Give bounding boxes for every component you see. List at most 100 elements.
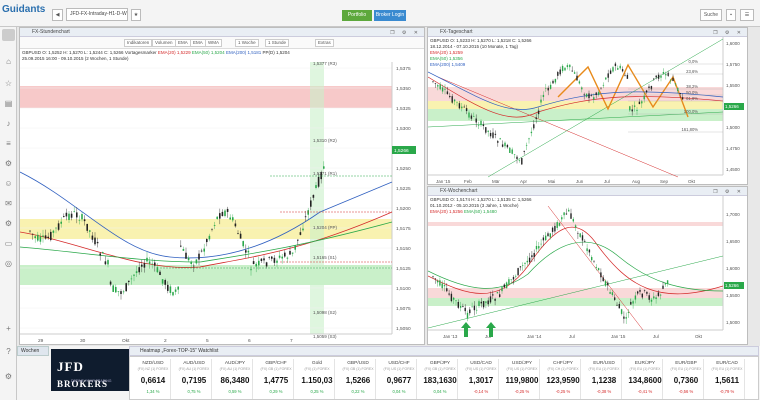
bookmark-icon[interactable]: ▭ — [3, 239, 14, 248]
user-icon[interactable]: ☺ — [3, 179, 14, 188]
range-select[interactable]: 1 Woche — [235, 39, 259, 47]
watchlist-cell[interactable]: Gold (FX) (1) FOREX 1.150,03 0,25 % — [300, 359, 335, 399]
candle — [569, 64, 571, 68]
ticker-change: -0,56 % — [678, 389, 694, 394]
candle — [247, 250, 250, 253]
watchlist-cell[interactable]: EUR/CAD (FX) EU (1) FOREX 1,5611 -0,79 % — [710, 359, 745, 399]
star-icon[interactable]: ☆ — [3, 79, 14, 88]
x-tick-label: Apr — [520, 179, 528, 184]
candle — [631, 109, 633, 112]
x-tick-label: Jan '14 — [527, 334, 542, 339]
volume-button[interactable]: Volumen — [152, 39, 176, 47]
back-icon[interactable]: ◀ — [52, 9, 63, 21]
candle — [679, 93, 681, 94]
guidants-logo[interactable]: Guidants — [2, 4, 45, 15]
candle — [91, 235, 94, 240]
watchlist-cell[interactable]: USD/JPY (FX) US (1) FOREX 119,9800 -0,25 % — [505, 359, 540, 399]
wma-button[interactable]: WMA — [205, 39, 222, 47]
watchlist-cell[interactable]: GBP/JPY (FX) GB (1) FOREX 183,1630 0,04 % — [423, 359, 458, 399]
watchlist-cell[interactable]: CHF/JPY (FX) CH (1) FOREX 123,9590 -0,25 % — [546, 359, 581, 399]
ema-button[interactable]: EMA — [175, 39, 191, 47]
daily-chart-svg[interactable]: 1,60001,57501,55001,52501,50001,47501,45… — [428, 37, 747, 185]
watchlist-cell[interactable]: EUR/JPY (FX) EU (1) FOREX 134,8600 -0,41 % — [628, 359, 663, 399]
watchlist-cell[interactable]: EUR/GBP (FX) EU (1) FOREX 0,7360 -0,56 % — [669, 359, 704, 399]
interval-select[interactable]: 1 Stunde — [265, 39, 290, 47]
workspace-title[interactable]: JFD-FX-Intraday-H1-D-W — [66, 8, 128, 21]
watchlist-cell[interactable]: GBP/USD (FX) GB (1) FOREX 1,5266 0,22 % — [341, 359, 376, 399]
extras-button[interactable]: Extras — [315, 39, 334, 47]
watchlist-cell[interactable]: USD/CAD (FX) US (1) FOREX 1,3017 -0,14 % — [464, 359, 499, 399]
user-menu-icon[interactable]: ☰ — [740, 9, 754, 21]
weeks-tab[interactable]: Wochen — [17, 346, 49, 356]
chart-toolbar: Indikatoren Volumen EMA EMA WMA 1 Woche … — [20, 37, 424, 49]
fib-label: 0,0% — [688, 59, 698, 64]
config-icon[interactable]: ⚙ — [3, 372, 14, 381]
candle — [590, 95, 593, 96]
ticker-exchange: (FX) EU (1) FOREX — [670, 367, 702, 371]
candle — [273, 257, 276, 263]
candle — [141, 264, 143, 267]
ticker-name: GBP/USD — [347, 361, 369, 366]
candle — [593, 97, 595, 100]
watchlist-cell[interactable]: NZD/USD (FX) NZ (1) FOREX 0,6614 1,34 % — [136, 359, 171, 399]
settings-icon[interactable]: ⚙ — [3, 219, 14, 228]
candle — [504, 142, 506, 147]
candle — [57, 223, 60, 230]
candle — [563, 212, 565, 216]
plus-icon[interactable]: + — [3, 324, 14, 333]
jfd-brokers-logo[interactable]: JFD BROKERS DEFINE YOUR TRADING — [51, 349, 131, 391]
watchlist-cell[interactable]: EUR/USD (FX) EU (1) FOREX 1,1238 -0,38 % — [587, 359, 622, 399]
candle — [525, 145, 528, 146]
watchlist-cell[interactable]: AUD/USD (FX) AU (1) FOREX 0,7195 0,75 % — [177, 359, 212, 399]
candle — [565, 213, 568, 215]
candle — [643, 290, 646, 291]
watchlist-cell[interactable]: USD/CHF (FX) US (1) FOREX 0,9677 0,04 % — [382, 359, 417, 399]
house-icon[interactable]: ⌂ — [3, 57, 14, 66]
candle — [164, 280, 166, 285]
candle — [499, 138, 501, 140]
search-button[interactable]: Suche — [700, 9, 722, 21]
chart-icon[interactable]: ▤ — [3, 99, 14, 108]
candle — [584, 240, 586, 242]
broker-login-button[interactable]: Broker Login — [374, 10, 406, 21]
jfd-logo-text: JFD BROKERS — [57, 359, 131, 391]
pivot-level-label: 1,5165 (S1) — [313, 255, 337, 260]
candle — [561, 65, 564, 72]
gear-icon[interactable]: ⚙ — [3, 159, 14, 168]
star-icon[interactable]: ★ — [131, 9, 141, 21]
list-icon[interactable]: ≡ — [3, 139, 14, 148]
portfolio-button[interactable]: Portfolio — [342, 10, 372, 21]
candle — [242, 241, 244, 247]
ticker-name: EUR/USD — [593, 361, 615, 366]
watchlist-cell[interactable]: AUD/JPY (FX) AU (1) FOREX 86,3480 0,59 % — [218, 359, 253, 399]
x-tick-label: 29 — [38, 338, 44, 344]
candle — [609, 70, 612, 74]
candle — [577, 233, 579, 234]
fib-label: 38,2% — [686, 84, 698, 89]
question-icon[interactable]: ? — [3, 347, 14, 356]
bell-icon[interactable]: ♪ — [3, 119, 14, 128]
candle — [271, 256, 273, 259]
indicators-button[interactable]: Indikatoren — [124, 39, 153, 47]
candle — [566, 65, 569, 68]
watchlist-cell[interactable]: GBP/CHF (FX) GB (1) FOREX 1,4775 0,29 % — [259, 359, 294, 399]
ema20-label: EMA(20) 1,5229 — [157, 50, 191, 55]
flag-icon[interactable]: ▪ — [726, 9, 736, 21]
marker-text: Vortagesmarker — [124, 50, 157, 55]
chat-icon[interactable]: ✉ — [3, 199, 14, 208]
candle — [528, 257, 531, 263]
candle — [528, 138, 530, 140]
candle — [299, 232, 302, 235]
hourly-chart-svg[interactable]: 1,53751,53501,53251,53001,52751,52501,52… — [20, 62, 424, 346]
y-tick-label: 1,5000 — [726, 320, 740, 325]
avatar[interactable] — [2, 29, 15, 41]
weekly-chart-svg[interactable]: 1,7000 1,6500 1,6000 1,5500 1,5000 Jan '13 Ju… — [428, 196, 747, 345]
candle — [434, 83, 437, 84]
candle — [653, 296, 655, 299]
globe-icon[interactable]: ◎ — [3, 259, 14, 268]
ema-button-2[interactable]: EMA — [190, 39, 206, 47]
ticker-price: 0,7360 — [673, 376, 699, 385]
candle — [480, 120, 482, 126]
candle — [477, 125, 480, 127]
candle — [619, 65, 621, 69]
